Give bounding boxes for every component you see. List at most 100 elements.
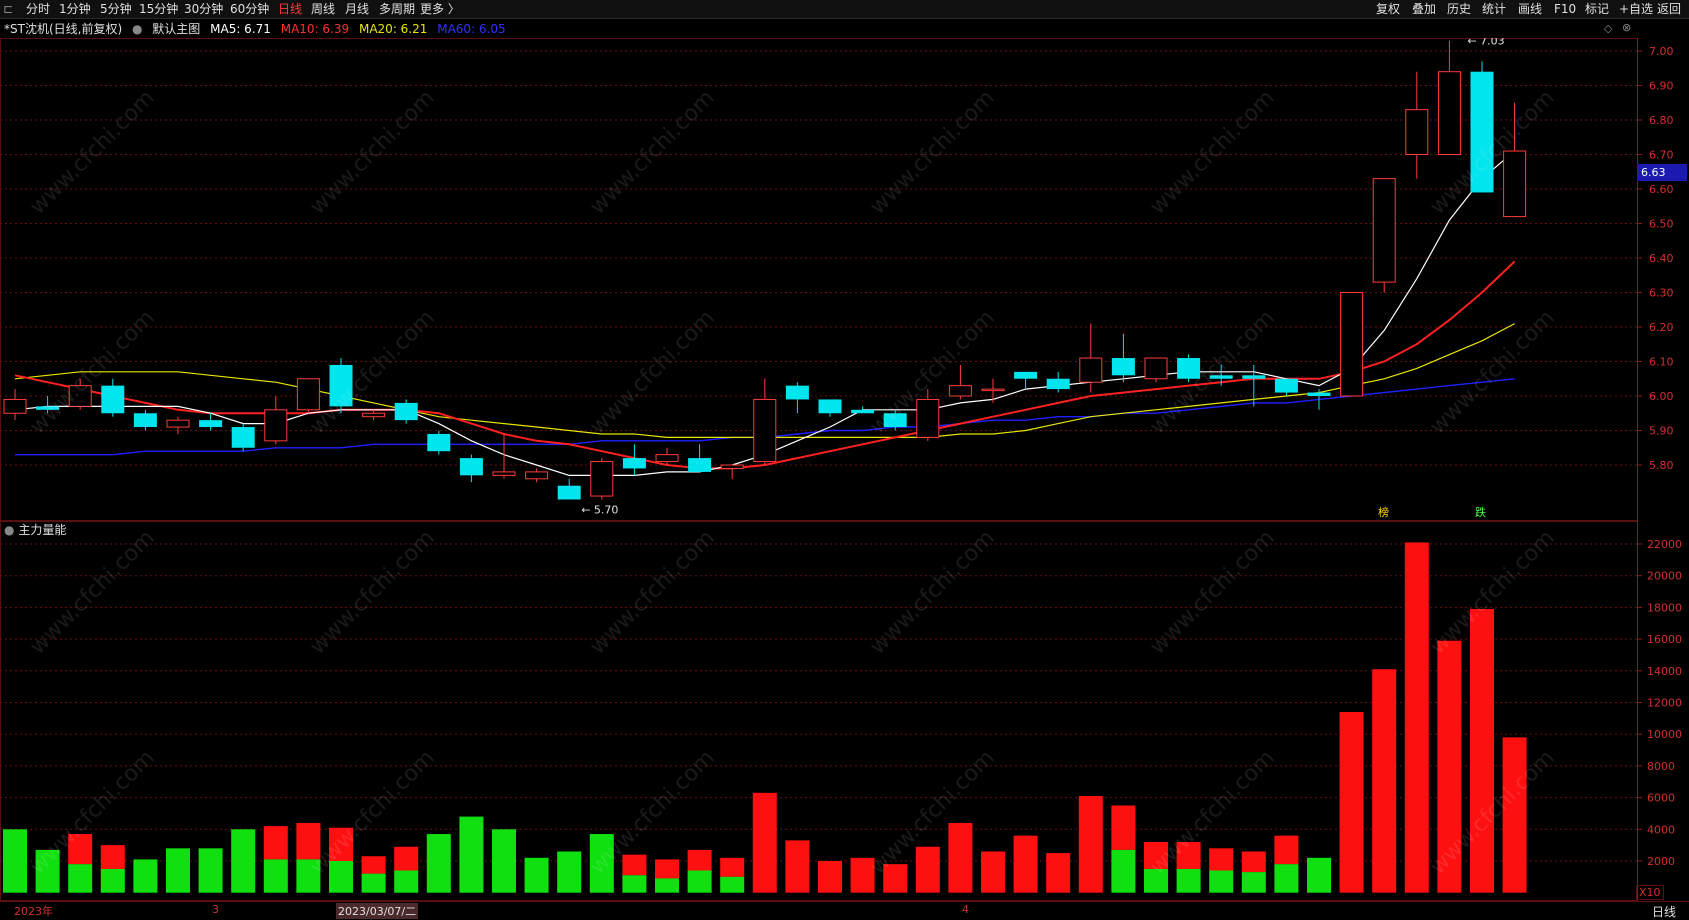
toolbar-action-3[interactable]: 统计	[1482, 1, 1506, 17]
volume-bar-green	[166, 848, 190, 893]
volume-chart[interactable]: 2000 4000 6000 8000 10000 12000 14000 16000 1800…	[0, 520, 1689, 901]
candle-body	[133, 413, 157, 428]
candle	[101, 378, 125, 417]
volume-bar	[589, 834, 614, 893]
candle-body	[427, 433, 451, 452]
toolbar-period-0[interactable]: 分时	[26, 1, 50, 17]
stock-title[interactable]: *ST沈机(日线,前复权)	[4, 22, 122, 36]
volume-tick-label: 16000	[1647, 633, 1682, 646]
candle	[1405, 71, 1429, 179]
candle-body	[981, 388, 1005, 392]
close-icon[interactable]: ⊗	[1622, 21, 1631, 34]
candle	[948, 364, 972, 400]
candle	[231, 423, 255, 452]
volume-bar-green	[1144, 868, 1168, 893]
toolbar-period-8[interactable]: 月线	[345, 1, 369, 17]
main-chart-label[interactable]: 默认主图	[152, 22, 200, 36]
volume-bar-red	[1144, 841, 1168, 869]
volume-bar	[1241, 851, 1266, 893]
toolbar-period-9[interactable]: 多周期	[379, 1, 415, 17]
volume-bar	[1013, 835, 1038, 893]
candle-body	[394, 402, 418, 421]
volume-bar-red	[1372, 669, 1397, 893]
menu-icon[interactable]: ⊏	[3, 1, 13, 17]
ma20-label: MA20: 6.21	[358, 22, 428, 36]
volume-bar	[1437, 640, 1462, 893]
volume-bar	[100, 845, 125, 893]
volume-bar-red	[720, 857, 745, 877]
volume-bar-red	[948, 822, 973, 893]
toolbar-action-8[interactable]: 返回	[1657, 1, 1681, 17]
diamond-icon[interactable]: ◇	[1604, 22, 1612, 35]
candle	[1274, 378, 1298, 396]
toolbar-period-10[interactable]: 更多 〉	[420, 1, 460, 17]
candle-body	[1111, 358, 1135, 376]
volume-bar-red	[100, 845, 125, 869]
volume-tick-label: 6000	[1647, 792, 1675, 805]
badge-die: 跌	[1475, 505, 1486, 519]
toolbar-period-5[interactable]: 60分钟	[230, 1, 269, 17]
toolbar-action-5[interactable]: F10	[1554, 1, 1576, 17]
candle-body	[329, 364, 353, 407]
low-price-marker: ← 5.70	[581, 504, 618, 517]
volume-bar-red	[752, 792, 777, 893]
volume-bar-green	[1274, 864, 1299, 893]
toolbar-period-4[interactable]: 30分钟	[184, 1, 223, 17]
price-tick-label: 5.90	[1649, 425, 1674, 438]
toolbar-action-0[interactable]: 复权	[1376, 1, 1400, 17]
ma5-label: MA5: 6.71	[210, 22, 271, 36]
candle	[394, 399, 418, 424]
toolbar-action-2[interactable]: 历史	[1447, 1, 1471, 17]
candle-body	[916, 398, 940, 438]
volume-bar-red	[1437, 640, 1462, 893]
volume-bar-red	[68, 834, 93, 865]
price-tick-label: 6.70	[1649, 149, 1674, 162]
ma60-label: MA60: 6.05	[437, 22, 506, 36]
toolbar-period-1[interactable]: 1分钟	[59, 1, 91, 17]
volume-bar-green	[198, 848, 223, 893]
candle	[916, 389, 940, 441]
candle	[688, 444, 712, 472]
volume-bar	[394, 846, 419, 893]
toolbar-action-4[interactable]: 画线	[1518, 1, 1542, 17]
volume-bar-green	[263, 859, 288, 893]
volume-bar-red	[263, 826, 288, 860]
volume-bar	[622, 854, 647, 893]
volume-bar	[68, 834, 93, 893]
volume-bar	[818, 861, 842, 893]
period-label[interactable]: 日线	[1652, 903, 1676, 920]
toolbar-period-2[interactable]: 5分钟	[100, 1, 132, 17]
volume-bar-red	[1209, 848, 1234, 871]
volume-bar-green	[1307, 857, 1331, 893]
toolbar-action-7[interactable]: +自选	[1619, 1, 1653, 17]
toolbar-action-6[interactable]: 标记	[1585, 1, 1609, 17]
volume-bar-green	[1241, 872, 1266, 893]
toolbar-period-6[interactable]: 日线	[278, 1, 302, 17]
period-toolbar: 分时 1分钟 5分钟 15分钟 30分钟 60分钟 日线 周线 月线 多周期 更多 〉 ⊏ 复权 叠加 历史…	[0, 0, 1689, 19]
volume-bar-red	[1274, 835, 1299, 865]
candle	[1307, 389, 1331, 410]
toolbar-period-7[interactable]: 周线	[311, 1, 335, 17]
candle-body	[1046, 378, 1070, 390]
volume-bar	[687, 849, 712, 893]
volume-bar-green	[100, 868, 125, 893]
candle-body	[753, 398, 777, 463]
volume-bar	[1372, 669, 1397, 893]
volume-bar	[720, 857, 745, 893]
volume-bar	[524, 857, 549, 893]
volume-bar	[133, 859, 158, 893]
volume-bar-green	[589, 834, 614, 893]
volume-bar	[1046, 853, 1071, 893]
volume-bar-green	[394, 870, 419, 893]
volume-bar	[915, 846, 940, 893]
volume-bar-red	[785, 840, 810, 893]
toolbar-period-3[interactable]: 15分钟	[139, 1, 178, 17]
volume-bar	[655, 859, 679, 893]
toolbar-action-1[interactable]: 叠加	[1412, 1, 1436, 17]
volume-bar	[1274, 835, 1299, 893]
volume-bar-green	[35, 849, 60, 893]
volume-bar	[883, 864, 908, 893]
price-tick-label: 6.00	[1649, 390, 1674, 403]
price-chart[interactable]: 5.80 5.90 6.00 6.10 6.20 6.30 6.40 6.50 6.60 6.70…	[0, 38, 1689, 522]
volume-bar	[35, 849, 60, 893]
